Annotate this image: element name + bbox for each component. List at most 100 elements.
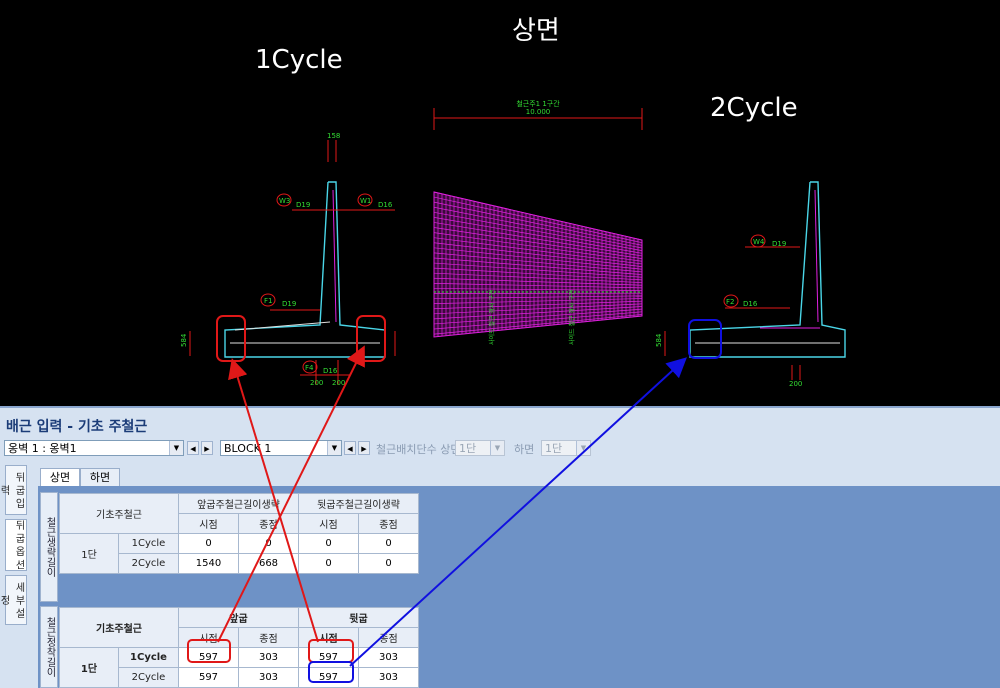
t2-r2-c2[interactable]: 303 <box>239 668 299 688</box>
dim-158-label: 158 <box>327 132 340 140</box>
w3-label: W3 <box>279 197 290 205</box>
d19-label-2: D19 <box>282 300 296 308</box>
chevron-down-icon[interactable]: ▼ <box>490 441 504 455</box>
t1-row-head: 1단 <box>60 534 119 574</box>
dim-200-label: 200 <box>310 379 323 387</box>
t1-r2-c2[interactable]: 668 <box>239 554 299 574</box>
t2-row-head: 1단 <box>60 648 119 688</box>
d16-label-2: D16 <box>323 367 338 375</box>
grid-note-2: 사이드 철근 경사 구간 <box>568 289 576 345</box>
t2-sub-2: 종점 <box>239 628 299 648</box>
next-block-button[interactable]: ▶ <box>358 441 370 455</box>
prev-block-button[interactable]: ◀ <box>344 441 356 455</box>
t1-sub-1: 시점 <box>179 514 239 534</box>
chevron-down-icon[interactable]: ▼ <box>327 441 341 455</box>
section-omit-length-label: 철근생략길이 <box>40 492 58 602</box>
chevron-down-icon[interactable]: ▼ <box>169 441 183 455</box>
t1-row2-name: 2Cycle <box>119 554 179 574</box>
t2-r1-c1[interactable]: 597 <box>179 648 239 668</box>
right-wall-section <box>690 182 845 357</box>
cad-title-2cycle: 2Cycle <box>710 93 798 123</box>
w1-label: W1 <box>360 197 371 205</box>
plan-label: 철근주1 1구간 <box>516 99 560 108</box>
cad-canvas: 158 W3 W1 D19 D16 F1 D19 F4 D16 200 200 … <box>0 0 1000 406</box>
t1-r2-c3[interactable]: 0 <box>299 554 359 574</box>
bottom-select[interactable]: 1단 ▼ <box>541 440 591 456</box>
f4-label: F4 <box>305 364 314 372</box>
chevron-down-icon[interactable]: ▼ <box>576 441 590 455</box>
omit-length-table: 기초주철근 앞굽주철근길이생략 뒷굽주철근길이생략 시점 종점 시점 종점 1단… <box>59 493 419 574</box>
cad-title-1cycle: 1Cycle <box>255 45 343 75</box>
dim-584-label-2: 584 <box>655 333 663 347</box>
dim-584-label: 584 <box>180 333 188 347</box>
panel-title: 배근 입력 - 기초 주철근 <box>6 416 147 436</box>
toolbar: 옹벽 1 : 옹벽1 ▼ ◀ ▶ BLOCK 1 ▼ ◀ ▶ 철근배치단수 상면… <box>0 438 1000 462</box>
plan-dim-label: 10.000 <box>526 108 551 116</box>
layers-label: 철근배치단수 상면 <box>376 441 460 457</box>
block-select[interactable]: BLOCK 1 ▼ <box>220 440 342 456</box>
tab-bottom-face[interactable]: 하면 <box>80 468 120 486</box>
cad-title-top: 상면 <box>512 10 560 47</box>
t2-row2-name: 2Cycle <box>119 668 179 688</box>
t2-r2-c1[interactable]: 597 <box>179 668 239 688</box>
block-select-value: BLOCK 1 <box>224 442 271 455</box>
d16-label-3: D16 <box>743 300 758 308</box>
d16-label: D16 <box>378 201 393 209</box>
wall-select-value: 옹벽 1 : 옹벽1 <box>8 442 77 455</box>
side-tab-2[interactable]: 뒤 굽 옵 션 <box>5 519 27 571</box>
t2-sub-3: 시점 <box>299 628 359 648</box>
d19-label-3: D19 <box>772 240 786 248</box>
bottom-select-value: 1단 <box>545 442 562 455</box>
section-anchor-length-label: 철근정착길이 <box>40 606 58 688</box>
t1-r1-c1[interactable]: 0 <box>179 534 239 554</box>
t1-sub-2: 종점 <box>239 514 299 534</box>
f1-label: F1 <box>264 297 272 305</box>
t1-sub-3: 시점 <box>299 514 359 534</box>
t1-row1-name: 1Cycle <box>119 534 179 554</box>
t1-r1-c3[interactable]: 0 <box>299 534 359 554</box>
left-dimensions <box>190 140 395 385</box>
d19-label: D19 <box>296 201 310 209</box>
prev-wall-button[interactable]: ◀ <box>187 441 199 455</box>
next-wall-button[interactable]: ▶ <box>201 441 213 455</box>
t2-group-back: 뒷굽 <box>299 608 419 628</box>
t2-sub-1: 시점 <box>179 628 239 648</box>
right-dimensions <box>665 247 800 380</box>
t2-row1-name: 1Cycle <box>119 648 179 668</box>
t2-r1-c2[interactable]: 303 <box>239 648 299 668</box>
anchor-length-table: 기초주철근 앞굽 뒷굽 시점 종점 시점 종점 1단 1Cycle 597 30… <box>59 607 419 688</box>
t1-corner: 기초주철근 <box>60 494 179 534</box>
side-tab-1[interactable]: 뒤 굽 입 력 <box>5 465 27 515</box>
dim-200-label-2: 200 <box>332 379 345 387</box>
layers-select-value: 1단 <box>459 442 476 455</box>
left-markers <box>261 194 372 373</box>
f2-label: F2 <box>726 298 734 306</box>
t1-r1-c2[interactable]: 0 <box>239 534 299 554</box>
layers-select[interactable]: 1단 ▼ <box>455 440 505 456</box>
cad-drawing-area: 158 W3 W1 D19 D16 F1 D19 F4 D16 200 200 … <box>0 0 1000 406</box>
dim-200-label-3: 200 <box>789 380 802 388</box>
t2-r2-c3[interactable]: 597 <box>299 668 359 688</box>
tab-top-face[interactable]: 상면 <box>40 468 80 486</box>
t2-r2-c4[interactable]: 303 <box>359 668 419 688</box>
content-area: 상면 하면 철근생략길이 기초주철근 앞굽주철근길이생략 뒷굽주철근길이생략 시… <box>38 466 1000 688</box>
t2-r1-c4[interactable]: 303 <box>359 648 419 668</box>
face-tabs: 상면 하면 <box>38 466 1000 486</box>
side-tabs: 뒤 굽 입 력 뒤 굽 옵 션 세 부 설 정 <box>5 465 33 685</box>
t1-group-back: 뒷굽주철근길이생략 <box>299 494 419 514</box>
t1-group-front: 앞굽주철근길이생략 <box>179 494 299 514</box>
rebar-input-panel: 배근 입력 - 기초 주철근 옹벽 1 : 옹벽1 ▼ ◀ ▶ BLOCK 1 … <box>0 406 1000 688</box>
plan-rebar-grid <box>434 192 642 337</box>
t1-r2-c1[interactable]: 1540 <box>179 554 239 574</box>
t2-sub-4: 종점 <box>359 628 419 648</box>
t2-group-front: 앞굽 <box>179 608 299 628</box>
grid-note-1: 사이드 철근 경사 구간 <box>488 289 496 345</box>
w4-label: W4 <box>753 238 765 246</box>
t1-r2-c4[interactable]: 0 <box>359 554 419 574</box>
side-tab-3[interactable]: 세 부 설 정 <box>5 575 27 625</box>
wall-select[interactable]: 옹벽 1 : 옹벽1 ▼ <box>4 440 184 456</box>
t1-sub-4: 종점 <box>359 514 419 534</box>
t1-r1-c4[interactable]: 0 <box>359 534 419 554</box>
t2-corner: 기초주철근 <box>60 608 179 648</box>
t2-r1-c3[interactable]: 597 <box>299 648 359 668</box>
